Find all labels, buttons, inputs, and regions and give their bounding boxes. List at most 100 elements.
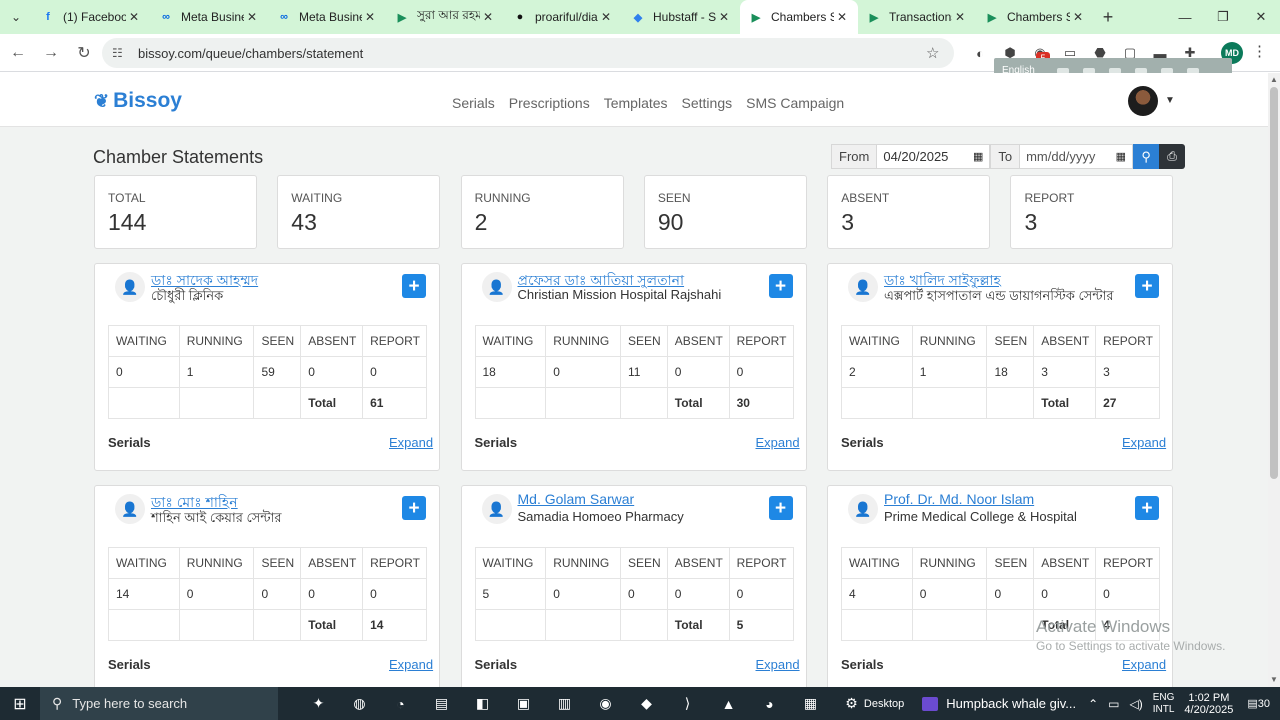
expand-link[interactable]: Expand xyxy=(1122,435,1166,450)
sublime-icon[interactable]: ◆ xyxy=(626,687,667,720)
add-serial-button[interactable]: + xyxy=(768,496,793,520)
media-widget[interactable]: Humpback whale giv... xyxy=(922,696,1076,711)
close-icon[interactable]: ✕ xyxy=(1242,0,1280,34)
close-tab-icon[interactable]: ✕ xyxy=(834,10,850,24)
clock[interactable]: 1:02 PM 4/20/2025 xyxy=(1184,692,1233,716)
windows-start-icon[interactable]: ⊞ xyxy=(0,687,40,720)
from-date-input[interactable]: 04/20/2025 ▦ xyxy=(877,144,991,169)
scroll-down-icon[interactable]: ▼ xyxy=(1270,675,1278,684)
forward-icon[interactable]: → xyxy=(36,38,66,68)
browser-tab[interactable]: ∞ Meta Busine ✕ xyxy=(268,0,386,34)
chrome-icon[interactable]: ◉ xyxy=(585,687,626,720)
nav-link-serials[interactable]: Serials xyxy=(452,95,495,111)
browser-tab[interactable]: ▶ Chambers St✕ xyxy=(976,0,1094,34)
add-serial-button[interactable]: + xyxy=(768,274,793,298)
close-tab-icon[interactable]: ✕ xyxy=(598,10,614,24)
browser-tab[interactable]: ∞ Meta Busine ✕ xyxy=(150,0,268,34)
print-button[interactable]: ⎙ xyxy=(1159,144,1186,169)
plus-icon: + xyxy=(1141,275,1153,297)
reload-icon[interactable]: ↻ xyxy=(69,38,99,68)
close-tab-icon[interactable]: ✕ xyxy=(1070,10,1086,24)
app-icon[interactable]: ◧ xyxy=(462,687,503,720)
nav-link-settings[interactable]: Settings xyxy=(682,95,733,111)
browser-tab[interactable]: ▶ সুরা আর রহম ✕ xyxy=(386,0,504,34)
nav-link-sms-campaign[interactable]: SMS Campaign xyxy=(746,95,844,111)
lang-line-1: ENG xyxy=(1152,691,1175,703)
vscode-icon[interactable]: ⟩ xyxy=(667,687,708,720)
browser-tab[interactable]: ▶ Chambers St✕ xyxy=(740,0,858,34)
browser-tab[interactable]: ▶ Transactions ✕ xyxy=(858,0,976,34)
table-row: 50000 xyxy=(474,578,794,610)
table-header-row: WAITING RUNNING SEEN ABSENT REPORT xyxy=(108,325,427,357)
expand-link[interactable]: Expand xyxy=(756,657,800,672)
scrollbar-thumb[interactable] xyxy=(1270,87,1278,479)
play-icon: ▶ xyxy=(397,11,407,24)
file-explorer-icon[interactable]: ▤ xyxy=(421,687,462,720)
brand-logo[interactable]: ❦ Bissoy xyxy=(94,89,182,113)
minimize-icon[interactable]: — xyxy=(1166,0,1204,34)
app-icon[interactable]: ▣ xyxy=(503,687,544,720)
stat-label: REPORT xyxy=(1024,191,1075,205)
plus-icon: + xyxy=(774,497,787,519)
browser-menu-icon[interactable]: ⋮ xyxy=(1252,42,1267,60)
close-tab-icon[interactable]: ✕ xyxy=(362,10,378,24)
windows-taskbar: ⊞ ⚲ Type here to search ✦ ◍ ◔ ▤ ◧ ▣ ▥ ◉ … xyxy=(0,687,1280,720)
add-serial-button[interactable]: + xyxy=(402,496,426,520)
tray-overflow-icon[interactable]: ⌃ xyxy=(1088,697,1098,711)
close-tab-icon[interactable]: ✕ xyxy=(716,10,732,24)
add-serial-button[interactable]: + xyxy=(1135,496,1159,520)
back-icon[interactable]: ← xyxy=(3,38,33,68)
doctor-name-link[interactable]: Md. Golam Sarwar xyxy=(518,491,635,507)
close-tab-icon[interactable]: ✕ xyxy=(480,10,496,24)
firefox-icon[interactable]: ◕ xyxy=(749,687,790,720)
table-cell: 1 xyxy=(178,356,255,388)
close-tab-icon[interactable]: ✕ xyxy=(126,10,142,24)
nav-link-prescriptions[interactable]: Prescriptions xyxy=(509,95,590,111)
doctor-name-link[interactable]: Prof. Dr. Md. Noor Islam xyxy=(884,491,1034,507)
to-date-input[interactable]: mm/dd/yyyy ▦ xyxy=(1020,144,1134,169)
column-header: SEEN xyxy=(253,325,302,357)
volume-icon[interactable]: ◁) xyxy=(1130,697,1143,711)
user-avatar[interactable] xyxy=(1128,86,1158,116)
expand-link[interactable]: Expand xyxy=(389,657,433,672)
stat-value: 144 xyxy=(108,209,147,235)
scroll-up-icon[interactable]: ▲ xyxy=(1270,75,1278,84)
edge-icon[interactable]: ◔ xyxy=(380,687,421,720)
add-serial-button[interactable]: + xyxy=(1135,274,1159,298)
expand-link[interactable]: Expand xyxy=(1122,657,1166,672)
app-icon[interactable]: ▲ xyxy=(708,687,749,720)
new-tab-button[interactable]: + xyxy=(1094,0,1122,34)
expand-link[interactable]: Expand xyxy=(756,435,800,450)
notification-center-icon[interactable]: ▤30 xyxy=(1247,697,1270,710)
taskbar-search[interactable]: ⚲ Type here to search xyxy=(40,687,278,720)
browser-tab[interactable]: ◆ Hubstaff - Sc ✕ xyxy=(622,0,740,34)
tab-search-menu-icon[interactable]: ⌄ xyxy=(0,0,32,34)
url-text[interactable]: bissoy.com/queue/chambers/statement xyxy=(138,46,926,61)
extension-icon[interactable]: ◐ xyxy=(965,40,995,66)
input-language[interactable]: ENG INTL xyxy=(1153,692,1175,716)
close-tab-icon[interactable]: ✕ xyxy=(952,10,968,24)
calendar-icon[interactable]: ▦ xyxy=(973,150,983,163)
table-cell: 0 xyxy=(666,356,730,388)
site-info-icon[interactable]: ☷ xyxy=(112,46,130,60)
app-icon[interactable]: ▥ xyxy=(544,687,585,720)
bird-widget-icon[interactable]: ✦ xyxy=(298,687,339,720)
browser-tab[interactable]: ● proariful/dia ✕ xyxy=(504,0,622,34)
expand-link[interactable]: Expand xyxy=(389,435,433,450)
nav-link-templates[interactable]: Templates xyxy=(604,95,668,111)
maximize-icon[interactable]: ❐ xyxy=(1204,0,1242,34)
desktop-toolbar-label[interactable]: Desktop xyxy=(864,698,904,710)
network-icon[interactable]: ▭ xyxy=(1108,697,1119,711)
bookmark-star-icon[interactable]: ☆ xyxy=(926,44,954,62)
close-tab-icon[interactable]: ✕ xyxy=(244,10,260,24)
browser-tab[interactable]: f (1) Facebook✕ xyxy=(32,0,150,34)
column-header: RUNNING xyxy=(545,547,621,579)
address-bar[interactable]: ☷ bissoy.com/queue/chambers/statement ☆ xyxy=(102,38,954,68)
app-icon[interactable]: ◍ xyxy=(339,687,380,720)
chevron-down-icon[interactable]: ▼ xyxy=(1165,95,1175,106)
calculator-icon[interactable]: ▦ xyxy=(790,687,831,720)
page-scrollbar[interactable]: ▲ ▼ xyxy=(1268,73,1280,687)
add-serial-button[interactable]: + xyxy=(402,274,426,298)
calendar-icon[interactable]: ▦ xyxy=(1116,150,1126,163)
search-button[interactable]: ⚲ xyxy=(1133,144,1160,169)
